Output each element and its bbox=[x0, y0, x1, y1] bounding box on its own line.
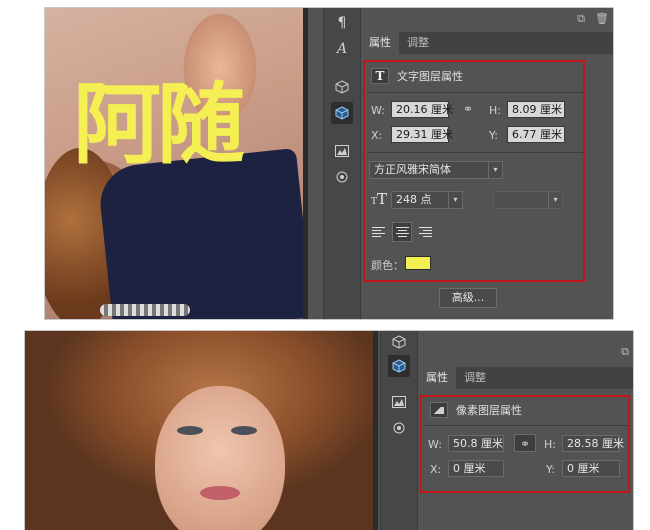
width-field[interactable]: 50.8 厘米 bbox=[448, 435, 504, 452]
panel-top-icons: ⧉ 🗑 bbox=[577, 12, 609, 26]
y-label: Y: bbox=[546, 463, 555, 476]
properties-panel: ⧉ 🗑 属性 调整 T 文字图层属性 W: 20.16 厘米 ⚭ H: 8.09… bbox=[361, 8, 613, 319]
navigator-icon[interactable] bbox=[331, 166, 353, 188]
paragraph-icon[interactable]: ¶ bbox=[331, 12, 353, 34]
color-label: 颜色： bbox=[371, 259, 404, 272]
new-doc-icon[interactable]: ⧉ bbox=[577, 12, 585, 26]
eye-left bbox=[177, 426, 203, 435]
tab-properties[interactable]: 属性 bbox=[418, 367, 456, 389]
x-label: X: bbox=[430, 463, 442, 476]
properties-cube-icon[interactable] bbox=[331, 102, 353, 124]
canvas-divider bbox=[373, 331, 378, 530]
link-icon[interactable]: ⚭ bbox=[514, 434, 536, 452]
histogram-icon[interactable] bbox=[388, 391, 410, 413]
font-style-select[interactable]: ▾ bbox=[493, 191, 563, 209]
font-size-value: 248 点 bbox=[396, 193, 432, 206]
y-field[interactable]: 6.77 厘米 bbox=[507, 126, 565, 143]
height-label: H: bbox=[489, 104, 501, 117]
new-doc-icon[interactable]: ⧉ bbox=[621, 345, 629, 359]
font-family-value: 方正风雅宋简体 bbox=[374, 163, 451, 176]
character-icon[interactable]: A bbox=[331, 38, 353, 60]
x-field[interactable]: 0 厘米 bbox=[448, 460, 504, 477]
panel-icon-strip: ¶ A bbox=[323, 8, 361, 319]
panel-tabs: 属性 调整 bbox=[361, 32, 437, 54]
section-title: 文字图层属性 bbox=[397, 70, 463, 83]
align-center-button[interactable] bbox=[392, 222, 412, 242]
tab-adjustments[interactable]: 调整 bbox=[456, 367, 494, 389]
panel-top-icons: ⧉ bbox=[621, 345, 629, 359]
trash-icon[interactable]: 🗑 bbox=[595, 12, 609, 26]
section-title: 像素图层属性 bbox=[456, 404, 522, 417]
separator bbox=[367, 92, 583, 93]
canvas-divider bbox=[303, 8, 308, 319]
section-header: T 文字图层属性 bbox=[371, 68, 463, 84]
tab-properties[interactable]: 属性 bbox=[361, 32, 399, 54]
panel-icon-strip bbox=[380, 331, 418, 530]
pixel-layer-screenshot: ⧉ 属性 调整 像素图层属性 W: 50.8 厘米 ⚭ H: 28.58 厘米 … bbox=[24, 330, 634, 530]
x-label: X: bbox=[371, 129, 383, 142]
pixel-layer-icon bbox=[430, 402, 448, 418]
necklace bbox=[100, 304, 190, 316]
height-field[interactable]: 8.09 厘米 bbox=[507, 101, 565, 118]
advanced-button[interactable]: 高级... bbox=[439, 288, 497, 308]
y-field[interactable]: 0 厘米 bbox=[562, 460, 620, 477]
face-area bbox=[155, 386, 285, 530]
chevron-down-icon: ▾ bbox=[448, 192, 462, 208]
x-field[interactable]: 29.31 厘米 bbox=[391, 126, 453, 143]
text-layer-screenshot: 阿随 ¶ A ⧉ 🗑 属性 调整 T 文字图层属性 W: 20.16 厘米 ⚭ … bbox=[44, 7, 614, 320]
cube-3d-icon[interactable] bbox=[331, 76, 353, 98]
properties-cube-icon[interactable] bbox=[388, 355, 410, 377]
height-label: H: bbox=[544, 438, 556, 451]
width-field[interactable]: 20.16 厘米 bbox=[391, 101, 453, 118]
separator bbox=[424, 425, 628, 426]
tab-adjustments[interactable]: 调整 bbox=[399, 32, 437, 54]
font-size-select[interactable]: 248 点 ▾ bbox=[391, 191, 463, 209]
font-family-select[interactable]: 方正风雅宋简体 ▾ bbox=[369, 161, 503, 179]
properties-panel: ⧉ 属性 调整 像素图层属性 W: 50.8 厘米 ⚭ H: 28.58 厘米 … bbox=[418, 331, 633, 530]
section-header: 像素图层属性 bbox=[430, 402, 522, 418]
lips bbox=[200, 486, 240, 500]
separator bbox=[367, 152, 583, 153]
histogram-icon[interactable] bbox=[331, 140, 353, 162]
chevron-down-icon: ▾ bbox=[548, 192, 562, 208]
width-label: W: bbox=[428, 438, 442, 451]
chevron-down-icon: ▾ bbox=[488, 162, 502, 178]
font-size-icon: TT bbox=[371, 190, 388, 208]
align-left-button[interactable] bbox=[369, 222, 389, 242]
canvas-photo: 阿随 bbox=[45, 8, 303, 319]
width-label: W: bbox=[371, 104, 385, 117]
navigator-icon[interactable] bbox=[388, 417, 410, 439]
canvas-text-layer[interactable]: 阿随 bbox=[73, 80, 245, 168]
link-icon[interactable]: ⚭ bbox=[457, 100, 479, 118]
align-right-button[interactable] bbox=[415, 222, 435, 242]
text-layer-icon: T bbox=[371, 68, 389, 84]
eye-right bbox=[231, 426, 257, 435]
cube-3d-icon[interactable] bbox=[388, 331, 410, 353]
color-swatch[interactable] bbox=[405, 256, 431, 270]
height-field[interactable]: 28.58 厘米 bbox=[562, 435, 624, 452]
y-label: Y: bbox=[489, 129, 498, 142]
panel-tabs: 属性 调整 bbox=[418, 367, 494, 389]
canvas-photo bbox=[25, 331, 373, 530]
